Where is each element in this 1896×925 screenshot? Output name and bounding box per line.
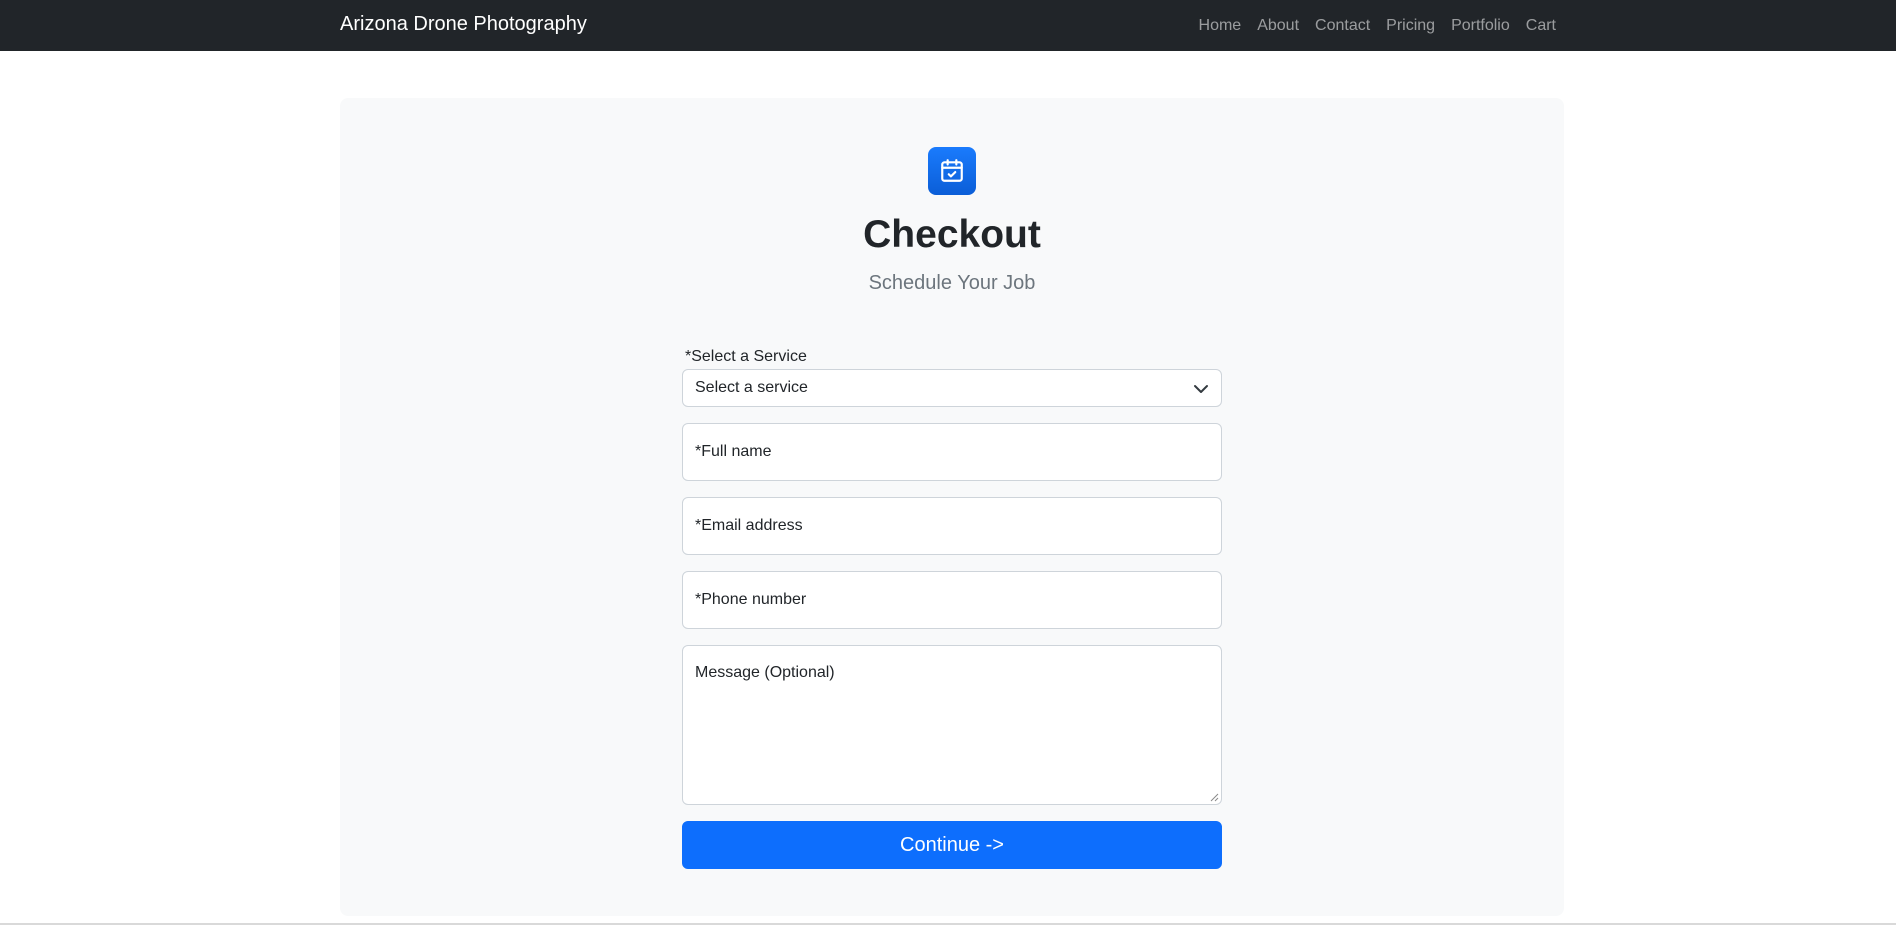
message-placeholder: Message (Optional) <box>695 664 835 681</box>
message-field[interactable]: Message (Optional) <box>682 645 1222 805</box>
phone-field[interactable]: *Phone number <box>682 571 1222 629</box>
service-select[interactable]: Select a service <box>682 369 1222 407</box>
brand-link[interactable]: Arizona Drone Photography <box>340 0 587 51</box>
nav-link-about[interactable]: About <box>1257 17 1299 35</box>
checkout-panel: Checkout Schedule Your Job *Select a Ser… <box>340 98 1564 916</box>
service-select-value: Select a service <box>695 379 808 396</box>
chevron-down-icon <box>1194 385 1208 393</box>
nav-link-home[interactable]: Home <box>1199 17 1242 35</box>
nav-links: Home About Contact Pricing Portfolio Car… <box>1199 0 1556 51</box>
calendar-check-icon <box>928 147 976 195</box>
top-navbar: Arizona Drone Photography Home About Con… <box>0 0 1896 51</box>
continue-button[interactable]: Continue -> <box>682 821 1222 869</box>
page-title: Checkout <box>863 213 1041 256</box>
nav-link-cart[interactable]: Cart <box>1526 17 1556 35</box>
email-placeholder: *Email address <box>695 517 803 534</box>
nav-link-contact[interactable]: Contact <box>1315 17 1370 35</box>
nav-link-pricing[interactable]: Pricing <box>1386 17 1435 35</box>
full-name-placeholder: *Full name <box>695 443 772 460</box>
email-field[interactable]: *Email address <box>682 497 1222 555</box>
full-name-field[interactable]: *Full name <box>682 423 1222 481</box>
page-subtitle: Schedule Your Job <box>868 272 1036 294</box>
service-label: *Select a Service <box>685 348 807 365</box>
resize-handle-icon[interactable] <box>1210 793 1219 802</box>
phone-placeholder: *Phone number <box>695 591 807 608</box>
checkout-form: *Select a Service Select a service *Full… <box>682 347 1222 869</box>
nav-link-portfolio[interactable]: Portfolio <box>1451 17 1510 35</box>
